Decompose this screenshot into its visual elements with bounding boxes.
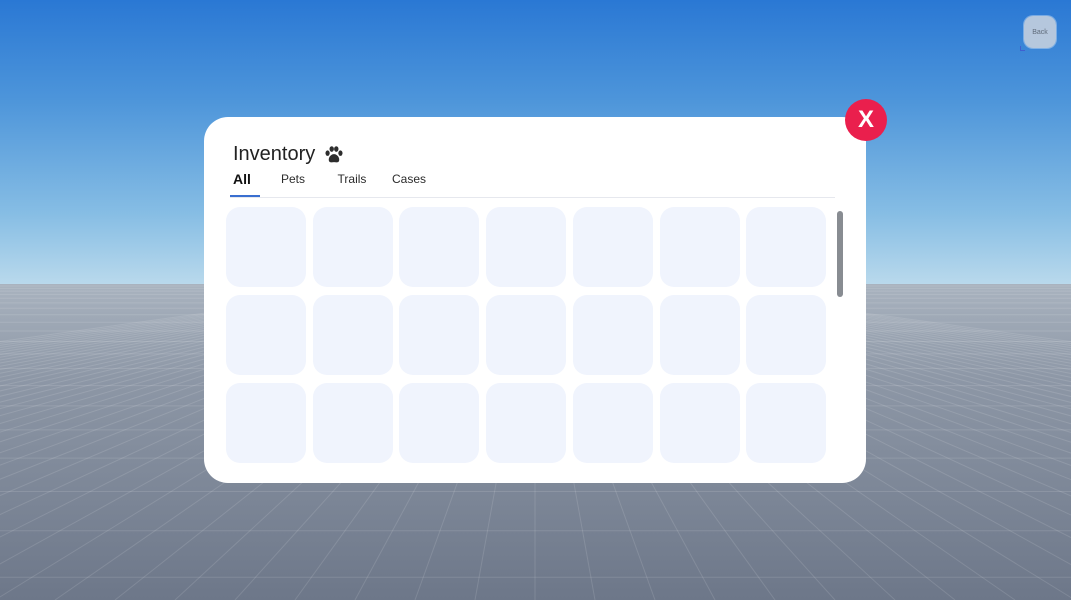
tab-pets-label: Pets	[280, 172, 305, 186]
inventory-slot[interactable]	[660, 295, 740, 375]
tab-cases-label: Cases	[392, 172, 427, 186]
inventory-slot[interactable]	[573, 383, 653, 463]
inventory-slot[interactable]	[486, 295, 566, 375]
inventory-slot[interactable]	[573, 207, 653, 287]
inventory-slot[interactable]	[660, 383, 740, 463]
inventory-title: Inventory	[233, 143, 316, 165]
inventory-grid	[226, 207, 826, 465]
cursor-caret-icon	[1020, 46, 1025, 51]
inventory-slot[interactable]	[746, 207, 826, 287]
inventory-slot[interactable]	[313, 383, 393, 463]
inventory-slot[interactable]	[399, 295, 479, 375]
inventory-slot[interactable]	[486, 383, 566, 463]
inventory-slot[interactable]	[226, 383, 306, 463]
inventory-slot[interactable]	[660, 207, 740, 287]
inventory-slot[interactable]	[226, 207, 306, 287]
inventory-panel: Inventory All Pets Trails Cases	[204, 117, 866, 483]
inventory-slot[interactable]	[399, 383, 479, 463]
close-button-label: X	[857, 106, 874, 133]
tab-trails[interactable]: Trails	[335, 172, 369, 196]
tab-all[interactable]: All	[231, 171, 253, 195]
tab-all-label: All	[233, 171, 251, 187]
tab-cases[interactable]: Cases	[392, 172, 426, 196]
back-button[interactable]: Back	[1024, 16, 1056, 48]
inventory-slot[interactable]	[746, 295, 826, 375]
inventory-scrollbar[interactable]	[837, 211, 843, 297]
inventory-slot[interactable]	[313, 207, 393, 287]
close-button[interactable]: X	[845, 99, 887, 141]
inventory-slot[interactable]	[573, 295, 653, 375]
inventory-tabs: All Pets Trails Cases	[230, 171, 835, 198]
inventory-slot[interactable]	[399, 207, 479, 287]
inventory-slot[interactable]	[313, 295, 393, 375]
back-button-label: Back	[1032, 28, 1048, 36]
inventory-header: Inventory	[233, 143, 345, 166]
paw-icon	[325, 145, 343, 162]
tab-trails-label: Trails	[337, 172, 367, 186]
active-tab-indicator	[230, 195, 260, 197]
inventory-slot[interactable]	[226, 295, 306, 375]
inventory-slot[interactable]	[486, 207, 566, 287]
tab-pets[interactable]: Pets	[278, 172, 308, 196]
inventory-slot[interactable]	[746, 383, 826, 463]
